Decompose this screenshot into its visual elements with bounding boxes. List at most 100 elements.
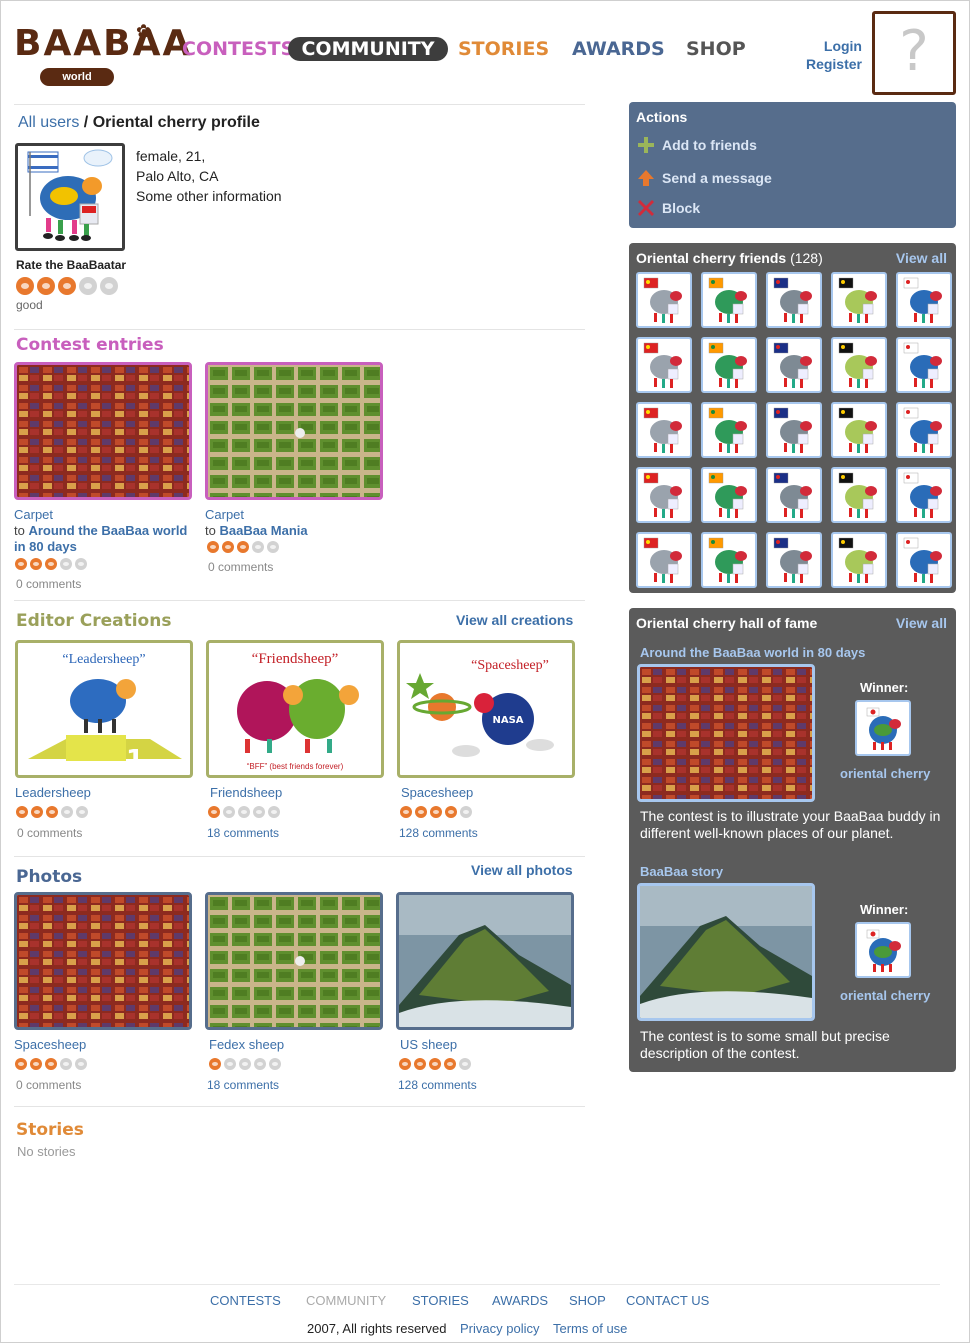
creation-image[interactable]: “Leadersheep” 1: [15, 640, 193, 778]
friend-avatar[interactable]: [896, 337, 952, 393]
rating-sheep-icon[interactable]: [31, 806, 43, 818]
contest-entry-image[interactable]: [14, 362, 192, 500]
friend-avatar[interactable]: [831, 337, 887, 393]
view-all-photos-link[interactable]: View all photos: [471, 862, 573, 878]
rating-sheep-icon[interactable]: [45, 1058, 57, 1070]
footer-awards-link[interactable]: AWARDS: [492, 1293, 548, 1308]
view-all-hall-of-fame-link[interactable]: View all: [896, 615, 947, 631]
friend-avatar[interactable]: [831, 467, 887, 523]
footer-contests-link[interactable]: CONTESTS: [210, 1293, 281, 1308]
rating-sheep-icon[interactable]: [46, 806, 58, 818]
entry-contest-link[interactable]: BaaBaa Mania: [219, 523, 307, 538]
photo-rating[interactable]: [399, 1058, 471, 1070]
rating-sheep-icon[interactable]: [414, 1058, 426, 1070]
hof-entry-image[interactable]: [637, 883, 815, 1021]
hof-contest-link[interactable]: Around the BaaBaa world in 80 days: [640, 645, 865, 660]
friend-avatar[interactable]: [766, 272, 822, 328]
rating-sheep-icon[interactable]: [15, 1058, 27, 1070]
rating-sheep-icon[interactable]: [223, 806, 235, 818]
contest-entry-image[interactable]: [205, 362, 383, 500]
rating-sheep-icon[interactable]: [209, 1058, 221, 1070]
friend-avatar[interactable]: [896, 467, 952, 523]
friend-avatar[interactable]: [831, 272, 887, 328]
friend-avatar[interactable]: [831, 532, 887, 588]
rating-sheep-icon[interactable]: [75, 1058, 87, 1070]
view-all-friends-link[interactable]: View all: [896, 250, 947, 266]
rating-sheep-icon[interactable]: [207, 541, 219, 553]
rating-sheep-icon[interactable]: [79, 277, 97, 295]
creation-rating[interactable]: [400, 806, 472, 818]
rating-sheep-icon[interactable]: [254, 1058, 266, 1070]
photo-image[interactable]: [14, 892, 192, 1030]
entry-name[interactable]: Carpet: [14, 507, 194, 523]
creation-comments[interactable]: 18 comments: [207, 826, 279, 840]
rating-sheep-icon[interactable]: [400, 806, 412, 818]
footer-community-link[interactable]: COMMUNITY: [306, 1293, 386, 1308]
photo-name[interactable]: Fedex sheep: [209, 1037, 389, 1053]
entry-comments[interactable]: 0 comments: [208, 560, 273, 574]
rating-sheep-icon[interactable]: [37, 277, 55, 295]
nav-community[interactable]: COMMUNITY: [288, 37, 448, 61]
footer-shop-link[interactable]: SHOP: [569, 1293, 606, 1308]
nav-stories[interactable]: STORIES: [458, 36, 549, 62]
friend-avatar[interactable]: [636, 532, 692, 588]
creation-comments[interactable]: 0 comments: [17, 826, 82, 840]
friend-avatar[interactable]: [701, 337, 757, 393]
rating-sheep-icon[interactable]: [445, 806, 457, 818]
rating-sheep-icon[interactable]: [224, 1058, 236, 1070]
photo-rating[interactable]: [15, 1058, 87, 1070]
friend-avatar[interactable]: [766, 467, 822, 523]
friend-avatar[interactable]: [701, 402, 757, 458]
creation-comments[interactable]: 128 comments: [399, 826, 478, 840]
friend-avatar[interactable]: [766, 532, 822, 588]
add-to-friends-button[interactable]: Add to friends: [637, 136, 757, 154]
photo-image[interactable]: [396, 892, 574, 1030]
winner-name-link[interactable]: oriental cherry: [840, 766, 930, 781]
rating-sheep-icon[interactable]: [222, 541, 234, 553]
friend-avatar[interactable]: [636, 272, 692, 328]
photo-comments[interactable]: 18 comments: [207, 1078, 279, 1092]
rating-sheep-icon[interactable]: [58, 277, 76, 295]
friend-avatar[interactable]: [701, 467, 757, 523]
send-message-button[interactable]: Send a message: [637, 169, 772, 187]
rating-sheep-icon[interactable]: [268, 806, 280, 818]
rating-sheep-icon[interactable]: [460, 806, 472, 818]
photo-name[interactable]: US sheep: [400, 1037, 580, 1053]
user-avatar[interactable]: ?: [872, 11, 956, 95]
rating-sheep-icon[interactable]: [239, 1058, 251, 1070]
block-button[interactable]: Block: [637, 199, 700, 217]
rating-sheep-icon[interactable]: [252, 541, 264, 553]
footer-stories-link[interactable]: STORIES: [412, 1293, 469, 1308]
rating-sheep-icon[interactable]: [15, 558, 27, 570]
nav-shop[interactable]: SHOP: [686, 36, 746, 62]
rating-sheep-icon[interactable]: [30, 1058, 42, 1070]
rating-sheep-icon[interactable]: [16, 806, 28, 818]
nav-contests[interactable]: CONTESTS: [182, 36, 294, 62]
creation-name[interactable]: Friendsheep: [210, 785, 390, 801]
rating-sheep-icon[interactable]: [208, 806, 220, 818]
rating-sheep-icon[interactable]: [60, 558, 72, 570]
friend-avatar[interactable]: [636, 337, 692, 393]
entry-rating[interactable]: [15, 558, 87, 570]
friend-avatar[interactable]: [701, 272, 757, 328]
rating-sheep-icon[interactable]: [444, 1058, 456, 1070]
photo-rating[interactable]: [209, 1058, 281, 1070]
rating-sheep-icon[interactable]: [415, 806, 427, 818]
rating-sheep-icon[interactable]: [100, 277, 118, 295]
rating-sheep-icon[interactable]: [237, 541, 249, 553]
friend-avatar[interactable]: [636, 467, 692, 523]
winner-avatar[interactable]: [855, 700, 911, 756]
rating-sheep-icon[interactable]: [61, 806, 73, 818]
entry-contest-link[interactable]: Around the BaaBaa world in 80 days: [14, 523, 187, 554]
rating-sheep-icon[interactable]: [60, 1058, 72, 1070]
footer-privacy-link[interactable]: Privacy policy: [460, 1321, 539, 1336]
register-link[interactable]: Register: [806, 55, 862, 73]
baabaa-logo[interactable]: BAABAA ✿ world: [14, 22, 190, 92]
winner-avatar[interactable]: [855, 922, 911, 978]
rating-sheep-icon[interactable]: [430, 806, 442, 818]
login-link[interactable]: Login: [806, 37, 862, 55]
rating-sheep-icon[interactable]: [399, 1058, 411, 1070]
winner-name-link[interactable]: oriental cherry: [840, 988, 930, 1003]
footer-contact-link[interactable]: CONTACT US: [626, 1293, 709, 1308]
entry-rating[interactable]: [207, 541, 279, 553]
